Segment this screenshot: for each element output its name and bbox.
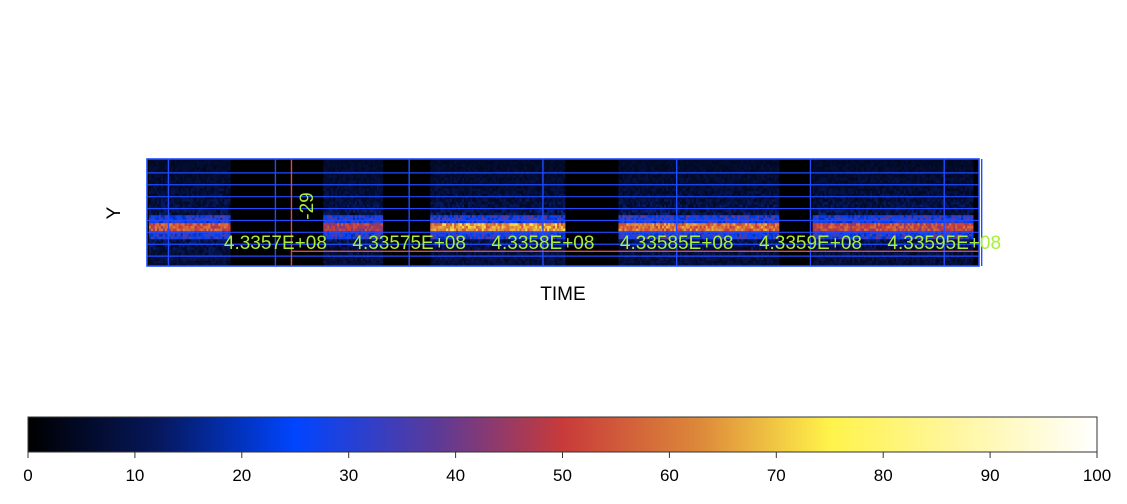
heatmap-cell [228, 260, 231, 264]
heatmap-cell [380, 161, 384, 165]
heatmap-cell [380, 228, 384, 232]
heatmap-cell [228, 188, 231, 192]
heatmap-cell [228, 177, 231, 181]
heatmap-cell [380, 223, 384, 227]
figure: 4.3357E+08 4.33575E+08 4.3358E+08 4.33585E+… [0, 0, 1127, 504]
heatmap-cell [380, 185, 384, 189]
heatmap-cell [380, 225, 384, 229]
heatmap-cell [380, 209, 384, 213]
heatmap-cell [380, 204, 384, 208]
heatmap-cell [380, 167, 384, 171]
heatmap-cell [228, 161, 231, 165]
heatmap-cell [228, 199, 231, 203]
heatmap-cell [228, 228, 231, 232]
heatmap-cell [380, 164, 384, 168]
heatmap-cell [380, 180, 384, 184]
heatmap-cell [380, 212, 384, 216]
heatmap-cell [228, 175, 231, 179]
heatmap-cell [228, 212, 231, 216]
heatmap-cell [380, 215, 384, 219]
heatmap-cell [380, 257, 384, 262]
heatmap-cell [380, 191, 384, 195]
heatmap-cell [228, 164, 231, 168]
heatmap-cell [228, 215, 231, 219]
heatmap-cell [380, 260, 384, 264]
heatmap-figure-svg: 4.3357E+08 4.33575E+08 4.3358E+08 4.33585E+… [23, 158, 1111, 485]
heatmap-cell [228, 209, 231, 213]
heatmap-cell [228, 257, 231, 262]
heatmap-cell [380, 201, 384, 205]
heatmap-cell [228, 191, 231, 195]
heatmap-cell [380, 177, 384, 181]
heatmap-cell [228, 223, 231, 227]
heatmap-cell [380, 199, 384, 203]
heatmap-cell [228, 201, 231, 205]
heatmap-cell [380, 175, 384, 179]
heatmap-cell [228, 204, 231, 208]
heatmap-cell [228, 167, 231, 171]
heatmap-cell [228, 185, 231, 189]
heatmap-cell [228, 225, 231, 229]
heatmap-cell [380, 188, 384, 192]
heatmap-cell [228, 180, 231, 184]
